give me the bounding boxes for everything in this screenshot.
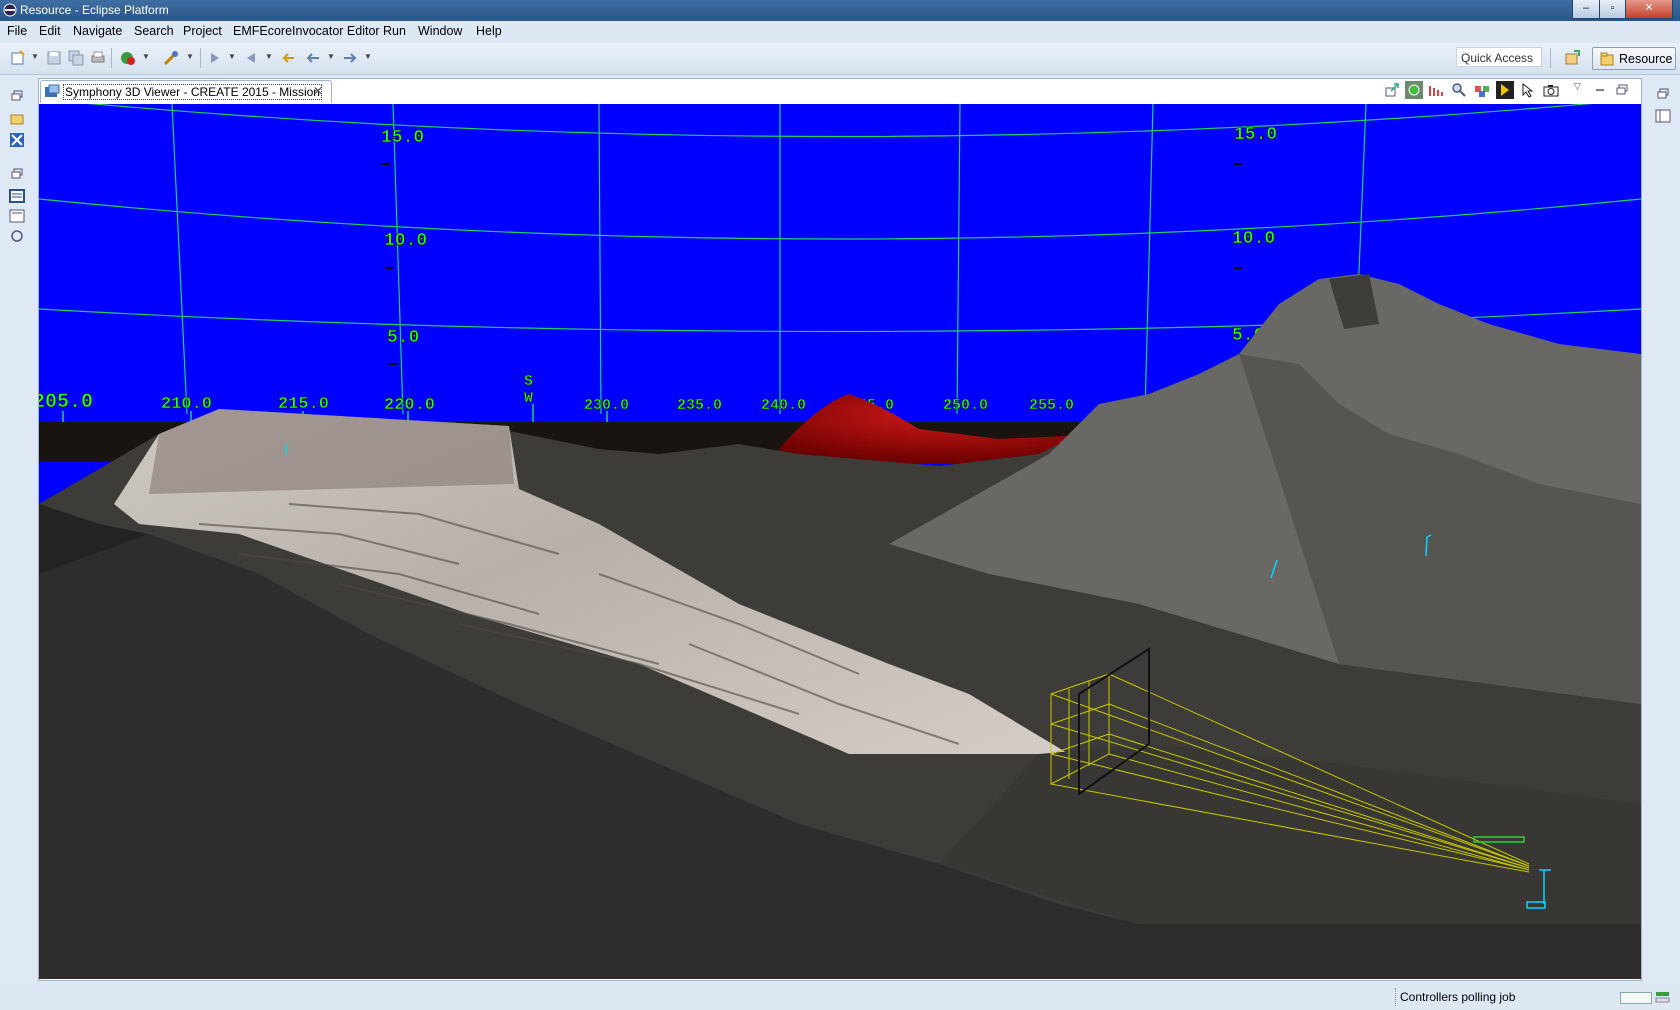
elevation-label: 15.0 <box>1234 125 1277 145</box>
tab-label: Symphony 3D Viewer - CREATE 2015 - Missi… <box>63 84 322 100</box>
menu-project[interactable]: Project <box>183 24 222 38</box>
quick-access-input[interactable]: Quick Access <box>1456 47 1542 67</box>
status-bar: Controllers polling job <box>0 983 1680 1010</box>
close-button[interactable]: ✕ <box>1625 0 1673 19</box>
save-all-icon[interactable] <box>68 50 84 66</box>
camera-icon[interactable] <box>1543 82 1559 98</box>
project-explorer-icon[interactable] <box>9 110 25 126</box>
prev-annotation-icon[interactable] <box>243 50 259 66</box>
maximize-button[interactable]: ▫ <box>1599 0 1626 19</box>
status-divider <box>1395 988 1397 1006</box>
minimize-view-icon[interactable] <box>1592 82 1608 98</box>
progress-icon[interactable] <box>9 228 25 244</box>
task-list-icon[interactable] <box>1655 108 1671 124</box>
perspective-label: Resource <box>1619 52 1673 66</box>
run-icon[interactable] <box>120 50 136 66</box>
3d-scene: 15.0 10.0 5.0 15.0 10.0 5.0 205.0 210.0 … <box>39 104 1641 979</box>
menu-emfecoreinvocator-editor[interactable]: EMFEcoreInvocator Editor <box>233 24 380 38</box>
azimuth-label: 210.0 <box>161 395 212 414</box>
last-edit-icon[interactable] <box>280 50 296 66</box>
window-title: Resource - Eclipse Platform <box>20 3 169 17</box>
menu-file[interactable]: File <box>7 24 27 38</box>
console-icon[interactable] <box>9 208 25 224</box>
window-title-bar: Resource - Eclipse Platform – ▫ ✕ <box>0 0 1680 21</box>
menu-help[interactable]: Help <box>476 24 502 38</box>
menu-navigate[interactable]: Navigate <box>73 24 122 38</box>
maximize-view-icon[interactable] <box>1614 82 1630 98</box>
next-annotation-dropdown-icon[interactable]: ▼ <box>228 52 236 61</box>
elevation-label: 5.0 <box>387 328 419 348</box>
left-trim-bar <box>4 78 30 258</box>
back-dropdown-icon[interactable]: ▼ <box>327 52 335 61</box>
tab-close-icon[interactable]: ✕ <box>313 84 323 98</box>
compass-label: S <box>524 373 533 390</box>
restore-icon[interactable] <box>9 88 25 104</box>
azimuth-label: 205.0 <box>39 391 93 414</box>
viewer-icon <box>45 84 60 97</box>
progress-view-icon[interactable] <box>1655 989 1671 1005</box>
elevation-label: 15.0 <box>381 128 424 148</box>
zoom-icon[interactable] <box>1451 82 1467 98</box>
properties-icon[interactable] <box>9 188 25 204</box>
azimuth-label: 220.0 <box>384 396 435 415</box>
restore-icon[interactable] <box>9 166 25 182</box>
layers-icon[interactable] <box>1474 82 1490 98</box>
prev-annotation-dropdown-icon[interactable]: ▼ <box>265 52 273 61</box>
right-trim-bar <box>1650 78 1676 128</box>
toolbar-separator <box>200 48 201 68</box>
run-dropdown-icon[interactable]: ▼ <box>142 52 150 61</box>
new-dropdown-icon[interactable]: ▼ <box>31 52 39 61</box>
save-icon[interactable] <box>46 50 62 66</box>
progress-bar[interactable] <box>1620 992 1652 1004</box>
restore-icon[interactable] <box>1655 86 1671 102</box>
print-icon[interactable] <box>90 50 106 66</box>
tab-symphony-3d-viewer[interactable]: Symphony 3D Viewer - CREATE 2015 - Missi… <box>40 80 332 103</box>
resource-perspective-icon <box>1600 52 1614 66</box>
status-job-text: Controllers polling job <box>1400 990 1516 1004</box>
grid-icon[interactable] <box>1428 82 1444 98</box>
menu-run[interactable]: Run <box>383 24 406 38</box>
azimuth-label: 250.0 <box>943 397 988 414</box>
open-perspective-icon[interactable] <box>1564 50 1580 66</box>
elevation-label: 10.0 <box>1232 229 1275 249</box>
outline-icon[interactable] <box>9 132 25 148</box>
compass-label: W <box>524 390 533 407</box>
toolbar-separator <box>111 48 112 68</box>
minimize-button[interactable]: – <box>1572 0 1600 19</box>
next-annotation-icon[interactable] <box>207 50 223 66</box>
elevation-label: 10.0 <box>384 231 427 251</box>
tools-dropdown-icon[interactable]: ▼ <box>186 52 194 61</box>
menu-window[interactable]: Window <box>418 24 462 38</box>
menu-edit[interactable]: Edit <box>39 24 61 38</box>
3d-viewport[interactable]: 15.0 10.0 5.0 15.0 10.0 5.0 205.0 210.0 … <box>39 104 1641 979</box>
export-icon[interactable] <box>1384 82 1400 98</box>
forward-icon[interactable] <box>342 50 358 66</box>
view-menu-icon[interactable]: ▽ <box>1574 81 1581 92</box>
resource-perspective-button[interactable]: Resource <box>1592 47 1676 70</box>
menu-search[interactable]: Search <box>134 24 174 38</box>
toolbar-separator <box>1550 48 1551 68</box>
azimuth-label: 235.0 <box>677 397 722 414</box>
main-toolbar: ▼ ▼ ▼ ▼ ▼ ▼ ▼ Quick Access Resource <box>0 43 1680 75</box>
pointer-icon[interactable] <box>1520 82 1536 98</box>
menu-bar: File Edit Navigate Search Project EMFEco… <box>0 21 1680 43</box>
azimuth-label: 255.0 <box>1029 397 1074 414</box>
azimuth-label: 240.0 <box>761 397 806 414</box>
new-icon[interactable] <box>10 50 26 66</box>
back-icon[interactable] <box>305 50 321 66</box>
forward-dropdown-icon[interactable]: ▼ <box>364 52 372 61</box>
eclipse-logo-icon <box>3 3 17 17</box>
sync-camera-icon[interactable] <box>1405 81 1423 99</box>
play-icon[interactable] <box>1496 81 1514 99</box>
tools-icon[interactable] <box>163 50 179 66</box>
